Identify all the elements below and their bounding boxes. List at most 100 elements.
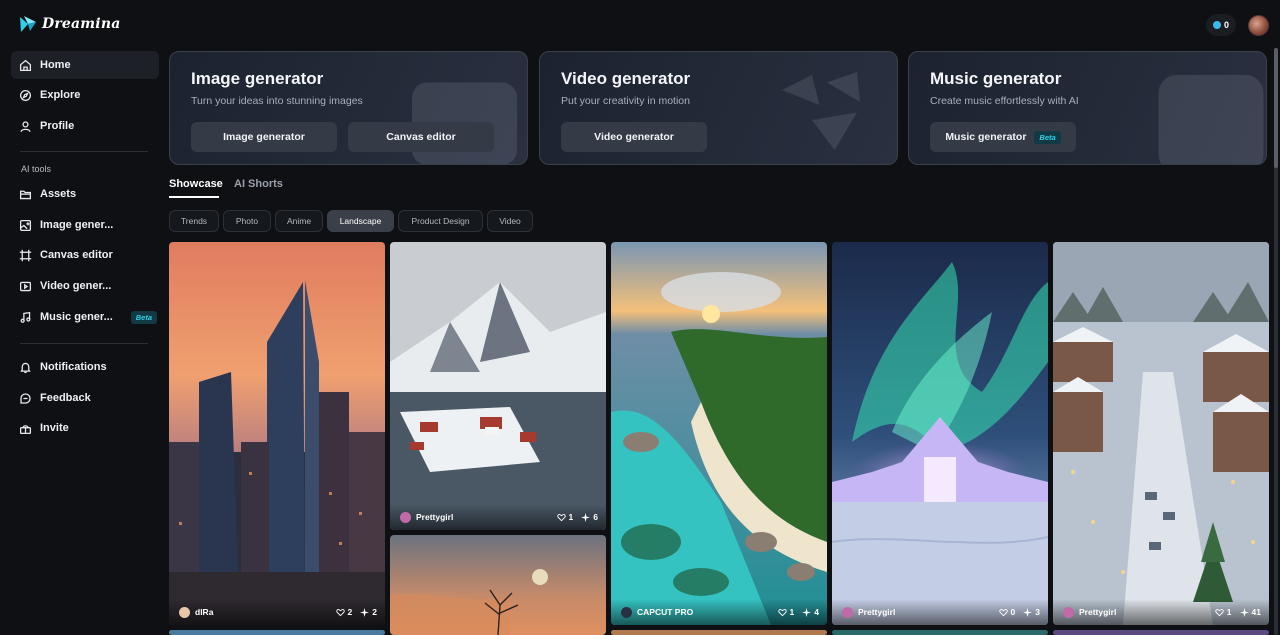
heart-icon	[556, 513, 566, 521]
snowy-mountain-image	[390, 242, 606, 530]
credits-count: 0	[1223, 20, 1229, 30]
image-generator-card: Image generator Turn your ideas into stu…	[169, 51, 528, 165]
sidebar-item-label: Image gener...	[40, 219, 114, 231]
app-name: Dreamina	[42, 16, 121, 32]
gallery-card-meta: CAPCUT PRO 1 4	[611, 599, 827, 625]
like-count: 1	[568, 512, 574, 522]
gallery-card[interactable]	[390, 535, 606, 635]
canvas-editor-button[interactable]: Canvas editor	[348, 122, 494, 152]
author-name: CAPCUT PRO	[637, 607, 694, 617]
gallery-card-meta: Prettygirl 0 3	[832, 599, 1048, 625]
sidebar-item-profile[interactable]: Profile	[11, 112, 159, 140]
snowy-christmas-town-image	[1053, 242, 1269, 625]
filter-product-design[interactable]: Product Design	[398, 210, 483, 232]
sidebar-item-label: Home	[40, 59, 71, 71]
gallery-card[interactable]: Prettygirl 0 3	[832, 242, 1048, 625]
sidebar-divider	[20, 343, 148, 344]
sidebar-item-notifications[interactable]: Notifications	[11, 353, 159, 381]
bell-icon	[18, 360, 32, 374]
scrollbar-thumb[interactable]	[1274, 48, 1278, 168]
sidebar-item-assets[interactable]: Assets	[11, 180, 159, 208]
author-avatar	[179, 606, 190, 618]
music-generator-card: Music generator Create music effortlessl…	[908, 51, 1267, 165]
gallery-card[interactable]: dIRa 2 2	[169, 242, 385, 625]
like-count: 1	[1226, 607, 1232, 617]
filter-trends[interactable]: Trends	[169, 210, 219, 232]
like-stat[interactable]: 0	[998, 607, 1016, 617]
folder-icon	[18, 187, 32, 201]
video-icon	[18, 279, 32, 293]
tropical-beach-image	[611, 242, 827, 625]
remix-count: 4	[814, 607, 819, 617]
tab-ai-shorts[interactable]: AI Shorts	[234, 178, 283, 190]
sparkle-icon	[581, 512, 591, 522]
beta-badge: Beta	[130, 310, 158, 324]
author-avatar	[400, 511, 411, 523]
image-generator-button[interactable]: Image generator	[191, 122, 337, 152]
sidebar-item-canvas-editor[interactable]: Canvas editor	[11, 241, 159, 269]
compass-icon	[18, 88, 32, 102]
author-name: Prettygirl	[858, 607, 896, 617]
gallery-card[interactable]: Prettygirl 1 6	[390, 242, 606, 530]
gallery-card[interactable]	[169, 630, 385, 635]
video-generator-card: Video generator Put your creativity in m…	[539, 51, 898, 165]
remix-stat[interactable]: 3	[1023, 607, 1040, 617]
like-stat[interactable]: 1	[777, 607, 795, 617]
gallery-card[interactable]	[832, 630, 1048, 635]
aurora-ice-castle-image	[832, 242, 1048, 625]
sidebar-item-explore[interactable]: Explore	[11, 81, 159, 109]
sidebar-item-feedback[interactable]: Feedback	[11, 384, 159, 412]
like-count: 0	[1010, 607, 1016, 617]
filter-anime[interactable]: Anime	[275, 210, 323, 232]
filter-photo[interactable]: Photo	[223, 210, 271, 232]
remix-stat[interactable]: 6	[581, 512, 598, 522]
canvas-icon	[18, 248, 32, 262]
gallery-card[interactable]: CAPCUT PRO 1 4	[611, 242, 827, 625]
sidebar-divider	[20, 151, 148, 152]
filter-video[interactable]: Video	[487, 210, 533, 232]
music-generator-button[interactable]: Music generator Beta	[930, 122, 1076, 152]
gallery-card[interactable]: Prettygirl 1 41	[1053, 242, 1269, 625]
sidebar-item-image-generator[interactable]: Image gener...	[11, 211, 159, 239]
sparkle-icon	[360, 607, 370, 617]
remix-count: 2	[372, 607, 377, 617]
sidebar-item-label: Invite	[40, 422, 69, 434]
remix-stat[interactable]: 2	[360, 607, 377, 617]
author-name: Prettygirl	[1079, 607, 1117, 617]
user-icon	[18, 119, 32, 133]
filter-landscape[interactable]: Landscape	[327, 210, 394, 232]
tab-underline	[169, 196, 219, 198]
like-stat[interactable]: 1	[1215, 607, 1232, 617]
credit-icon	[1212, 21, 1221, 29]
music-generator-label: Music generator	[945, 131, 1027, 143]
like-stat[interactable]: 2	[335, 607, 352, 617]
tab-showcase[interactable]: Showcase	[169, 178, 223, 190]
like-count: 1	[789, 607, 795, 617]
music-icon	[18, 310, 32, 324]
avatar[interactable]	[1248, 15, 1269, 36]
heart-icon	[1215, 608, 1224, 616]
logo[interactable]: Dreamina	[18, 14, 120, 34]
music-card-decoration-icon	[1158, 75, 1264, 164]
gallery-card[interactable]	[1053, 630, 1269, 635]
home-icon	[18, 58, 32, 72]
remix-stat[interactable]: 41	[1239, 607, 1261, 617]
card-subtitle: Put your creativity in motion	[561, 95, 690, 107]
city-sunset-image	[169, 242, 385, 625]
remix-count: 3	[1035, 607, 1040, 617]
card-subtitle: Create music effortlessly with AI	[930, 95, 1079, 107]
sidebar-item-video-generator[interactable]: Video gener...	[11, 272, 159, 300]
sidebar-item-music-generator[interactable]: Music gener... Beta	[11, 303, 159, 331]
sidebar-item-invite[interactable]: Invite	[11, 414, 159, 442]
like-stat[interactable]: 1	[556, 512, 574, 522]
video-generator-button[interactable]: Video generator	[561, 122, 707, 152]
card-title: Music generator	[930, 69, 1062, 88]
remix-stat[interactable]: 4	[802, 607, 819, 617]
remix-count: 6	[593, 512, 598, 522]
sidebar: Dreamina Home Explore Profile AI tools A…	[0, 0, 170, 635]
video-card-decoration-icon	[782, 72, 860, 150]
gallery-card[interactable]	[611, 630, 827, 635]
sidebar-item-home[interactable]: Home	[11, 51, 159, 79]
image-plus-icon	[18, 218, 32, 232]
credits-button[interactable]: 0	[1206, 14, 1236, 36]
